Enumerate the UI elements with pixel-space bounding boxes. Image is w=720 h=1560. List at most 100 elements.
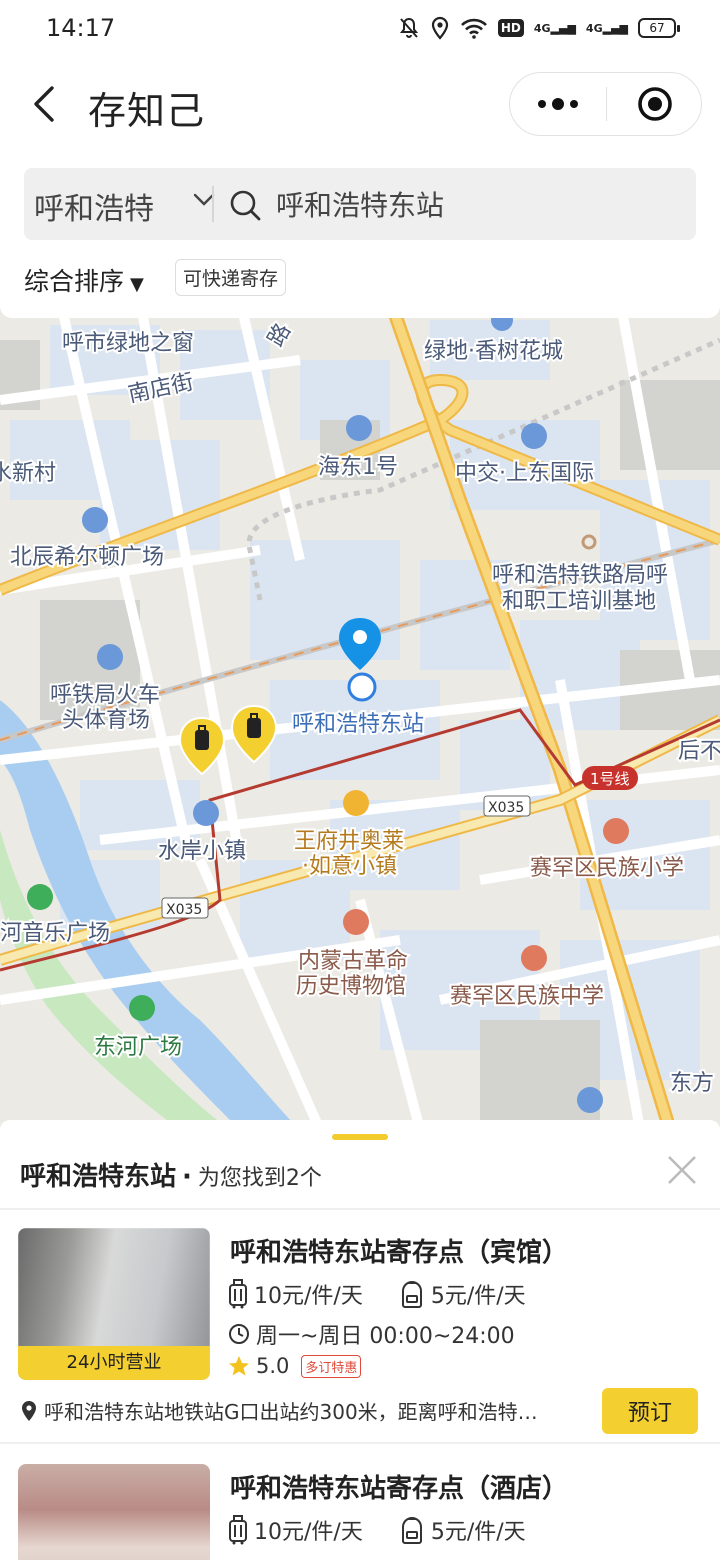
storage-title: 呼和浩特东站寄存点（酒店） [230,1474,569,1504]
mini-program-capsule [509,72,702,136]
luggage-price-text: 10元/件/天 [254,1520,363,1545]
storage-card[interactable]: 呼和浩特东站寄存点（酒店） 10元/件/天 5元/件/天 [0,1446,720,1560]
target-icon [637,87,672,121]
rating-value: 5.0 [256,1354,290,1378]
map-label: 内蒙古革命 [298,949,408,974]
metro-badge-text: 1号线 [590,770,630,788]
wifi-icon [460,18,487,39]
suitcase-icon [229,1515,247,1545]
mute-bell-icon [399,17,418,38]
metro-line-badge: 1号线 [582,766,638,790]
price-row: 10元/件/天 5元/件/天 [228,1276,562,1312]
status-bar: 14:17 HD 4G▂▄▆ 4G▂▄▆ 67 [0,0,720,56]
results-sheet: 呼和浩特东站 · 为您找到2个 24小时营业 呼和浩特东站寄存点（宾馆） 10元/件… [0,1120,720,1560]
map-label: 东河广场 [94,1035,182,1060]
map-label: 赛罕区民族中学 [450,984,604,1009]
map-view[interactable]: 呼市绿地之窗 南店街 路 绿地·香树花城 海东1号 中交·上东国际 水新村 北辰… [0,300,720,1130]
bag-price-text: 5元/件/天 [430,1520,526,1545]
hours-text: 周一~周日 00:00~24:00 [256,1324,515,1349]
storage-title: 呼和浩特东站寄存点（宾馆） [230,1238,569,1268]
location-pin-icon[interactable] [339,618,381,670]
more-dot [570,100,578,108]
caret-down-icon: ▼ [130,274,144,295]
storage-photo [18,1464,210,1560]
luggage-price-text: 10元/件/天 [254,1284,363,1309]
express-storage-filter[interactable]: 可快递寄存 [175,259,287,296]
bag-price: 5元/件/天 [399,1514,526,1546]
more-dot [552,98,564,110]
address-row: 呼和浩特东站地铁站G口出站约300米，距离呼和浩特… [20,1396,585,1425]
map-label: ·如意小镇 [302,854,397,879]
map-label: 河音乐广场 [0,921,110,946]
location-icon [22,1400,36,1421]
map-label: 呼和浩特铁路局呼 [492,563,668,588]
map-label: 绿地·香树花城 [424,339,563,364]
book-button[interactable]: 预订 [602,1388,698,1434]
road-badge-text: X035 [488,800,524,816]
storage-card[interactable]: 24小时营业 呼和浩特东站寄存点（宾馆） 10元/件/天 5元/件/天 周一~周… [0,1210,720,1446]
map-label: 后不 [678,739,720,764]
search-bar: 呼和浩特 [24,168,696,240]
back-button[interactable] [26,78,66,130]
close-icon[interactable] [664,1152,700,1188]
status-icons: HD 4G▂▄▆ 4G▂▄▆ 67 [398,14,680,42]
search-divider [212,186,214,222]
bag-price: 5元/件/天 [399,1278,526,1310]
sort-label: 综合排序 [24,267,125,296]
close-miniprogram-button[interactable] [607,73,702,135]
storage-thumbnail [18,1464,210,1560]
map-label: 王府井奥莱 [294,829,404,854]
luggage-price: 10元/件/天 [228,1514,363,1546]
map-label: 赛罕区民族小学 [530,856,684,881]
opening-hours: 周一~周日 00:00~24:00 [228,1318,515,1350]
map-label: 历史博物馆 [296,974,406,999]
map-label: 和职工培训基地 [502,589,656,614]
road-badge: X035 [483,795,531,817]
map-canvas: 呼市绿地之窗 南店街 路 绿地·香树花城 海东1号 中交·上东国际 水新村 北辰… [0,300,720,1130]
signal-icon: 4G▂▄▆ [585,21,628,35]
signal-icon: 4G▂▄▆ [533,21,576,35]
map-label: 水新村 [0,461,56,486]
luggage-marker-icon[interactable] [230,704,278,764]
backpack-icon [401,1517,422,1544]
search-icon [230,190,261,221]
clock: 14:17 [46,14,116,42]
map-label-station: 呼和浩特东站 [292,712,424,737]
map-label: 海东1号 [318,455,398,480]
more-button[interactable] [510,73,606,135]
star-icon [229,1356,249,1376]
results-header: 呼和浩特东站 · 为您找到2个 [20,1156,322,1193]
hd-icon: HD [497,19,524,37]
map-label: 头体育场 [62,708,150,733]
map-label: 呼铁局火车 [50,683,160,708]
rating-row: 5.0 多订特惠 [228,1354,362,1378]
sort-dropdown[interactable]: 综合排序 ▼ [24,262,144,298]
suitcase-icon [229,1279,247,1309]
chevron-left-icon [34,86,54,122]
page-title: 存知己 [88,89,206,133]
promo-badge: 多订特惠 [301,1354,362,1378]
luggage-marker-icon[interactable] [178,716,226,776]
results-separator: · [182,1162,192,1192]
hours-badge: 24小时营业 [18,1346,210,1380]
sheet-handle[interactable] [332,1134,388,1140]
map-label: 呼市绿地之窗 [62,331,194,356]
results-count: 为您找到2个 [197,1166,322,1191]
search-input[interactable] [276,184,676,224]
storage-thumbnail: 24小时营业 [18,1228,210,1380]
results-station: 呼和浩特东站 [20,1162,177,1192]
map-label: 中交·上东国际 [455,461,594,486]
price-row: 10元/件/天 5元/件/天 [228,1512,562,1548]
title-bar: 存知己 [0,56,720,152]
map-label: 北辰希尔顿广场 [10,545,164,570]
divider [0,1442,720,1444]
luggage-price: 10元/件/天 [228,1278,363,1310]
backpack-icon [401,1281,422,1308]
map-label: 水岸小镇 [158,839,246,864]
more-dot [538,100,546,108]
city-selector[interactable]: 呼和浩特 [34,184,154,228]
battery-icon: 67 [638,18,680,38]
address-text: 呼和浩特东站地铁站G口出站约300米，距离呼和浩特… [44,1400,538,1424]
bag-price-text: 5元/件/天 [430,1284,526,1309]
road-badge-text: X035 [166,902,202,918]
